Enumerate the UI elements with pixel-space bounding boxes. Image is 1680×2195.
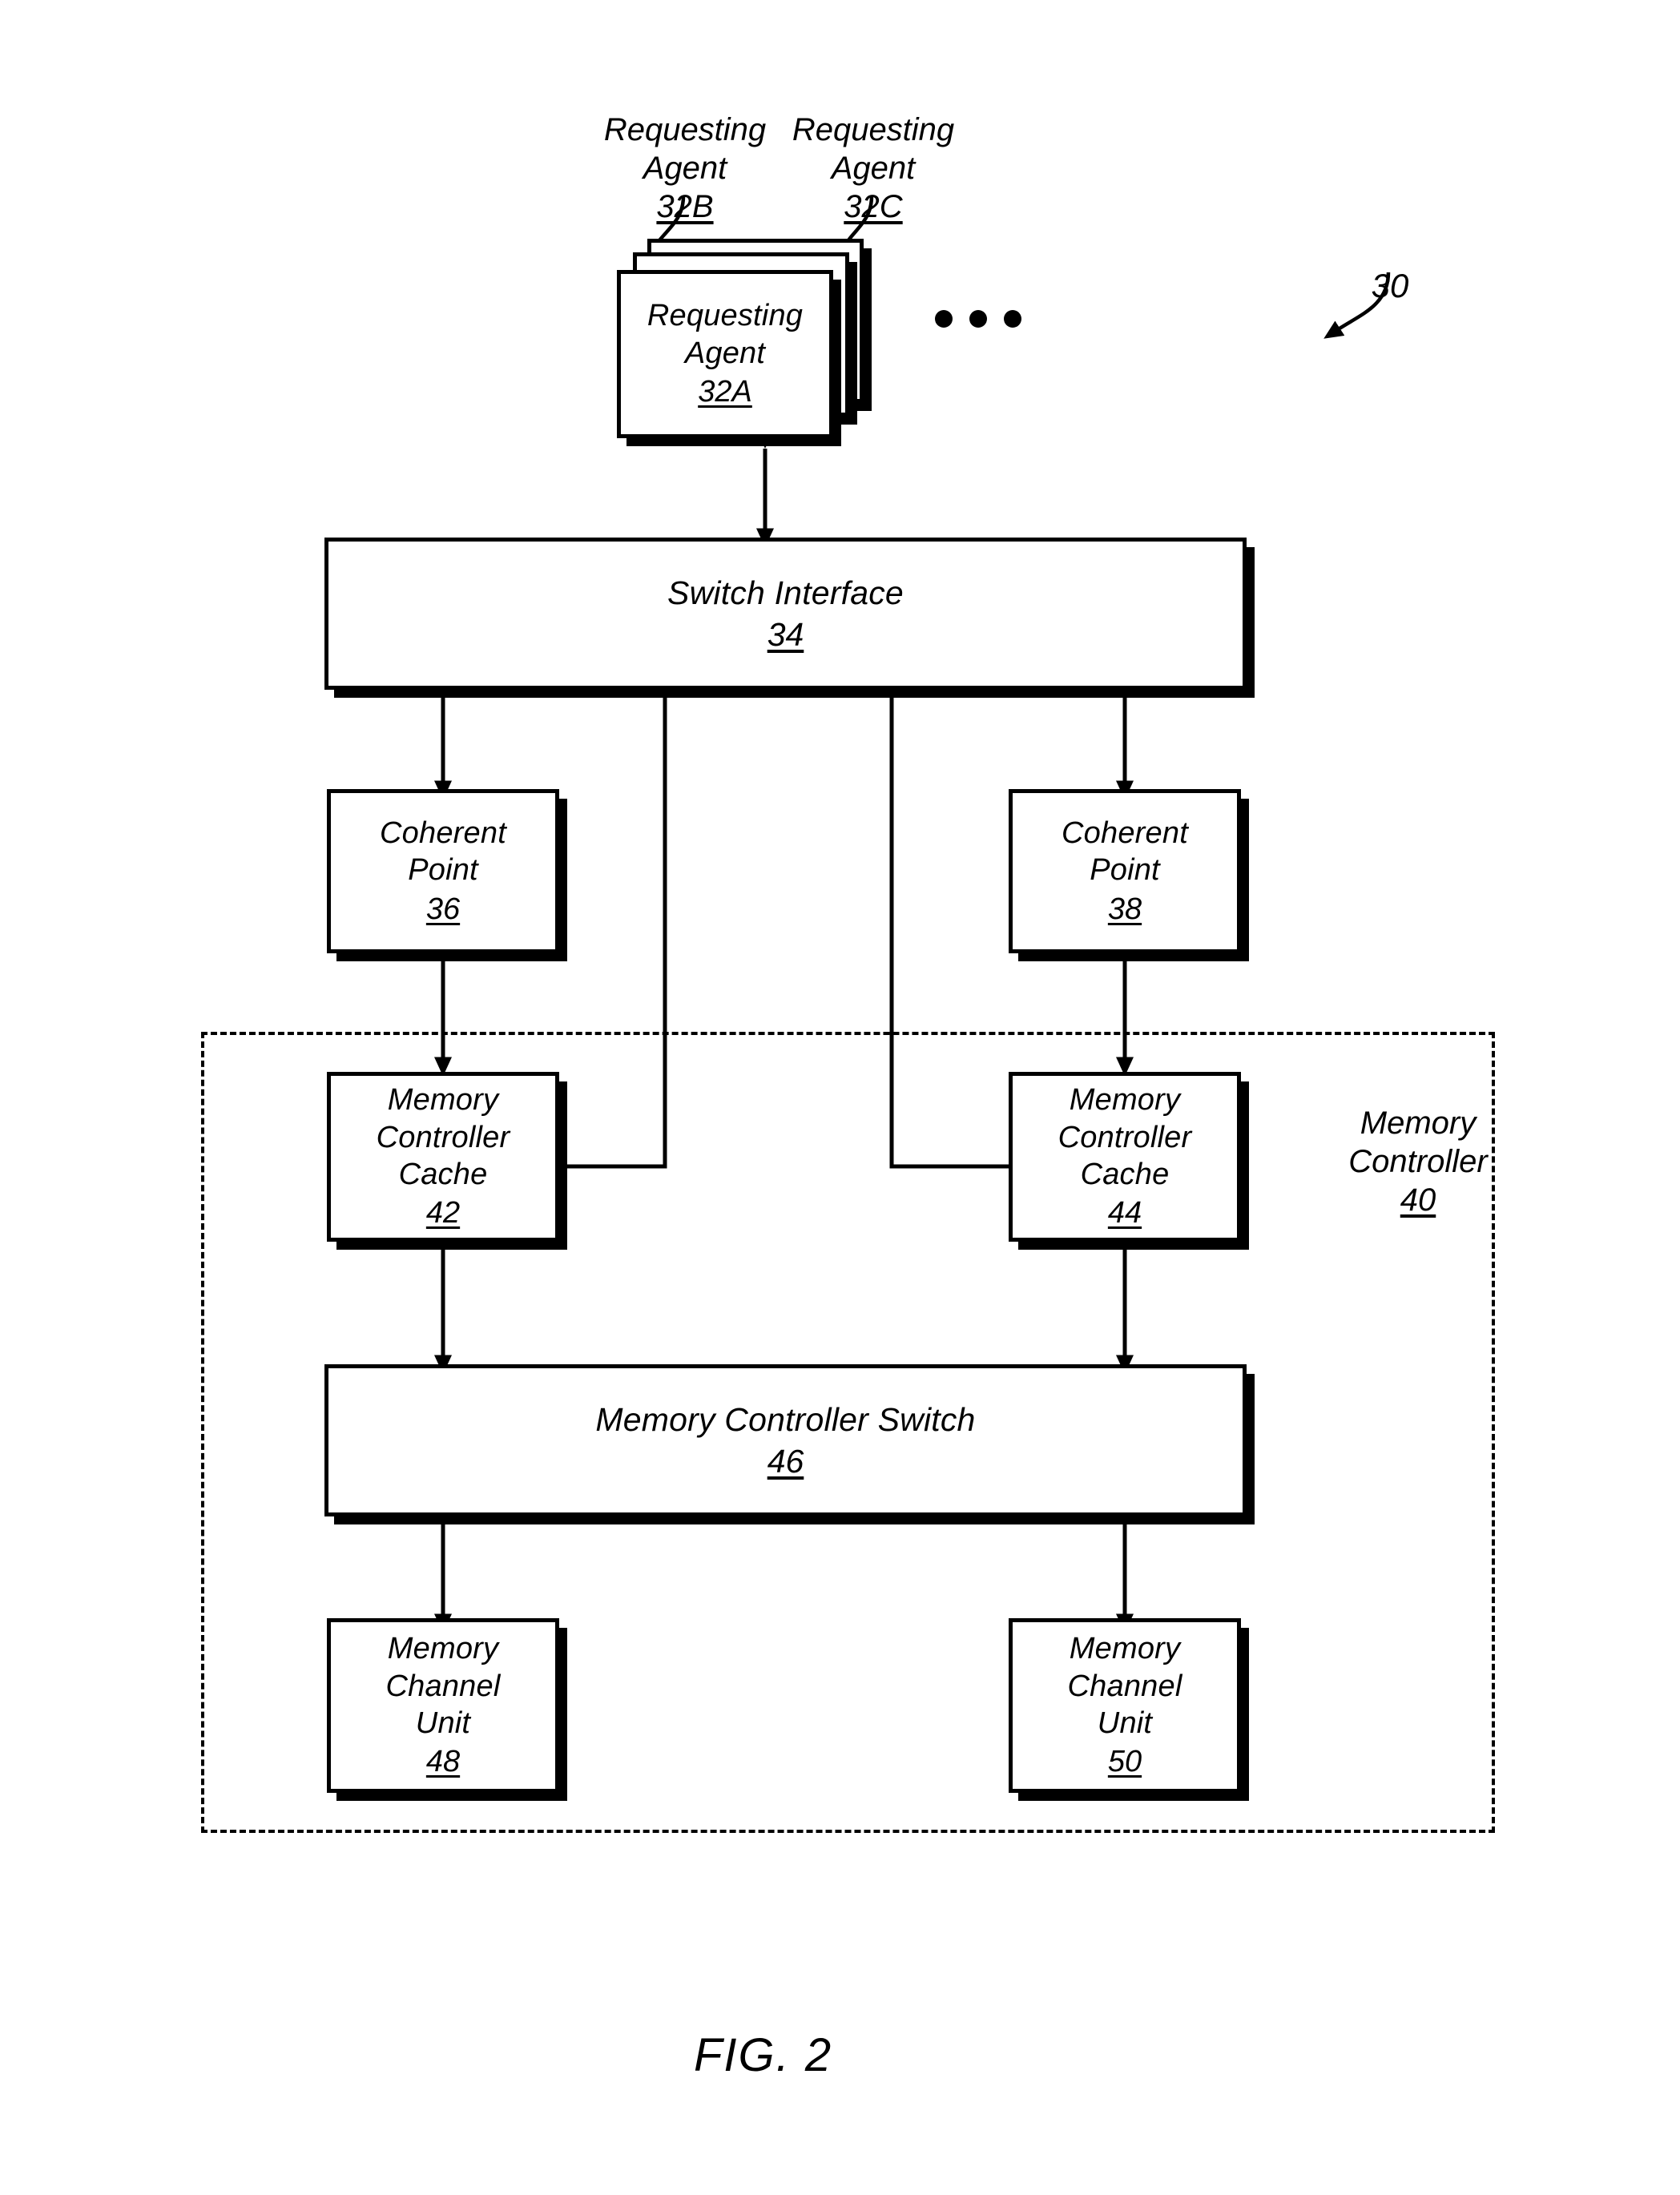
ellipsis-dot-1 bbox=[935, 310, 953, 328]
switch-interface-34-ref: 34 bbox=[767, 616, 804, 653]
memory-controller-cache-42[interactable]: Memory Controller Cache 42 bbox=[327, 1072, 559, 1242]
coherent-point-36[interactable]: Coherent Point 36 bbox=[327, 789, 559, 953]
memory-channel-unit-48[interactable]: Memory Channel Unit 48 bbox=[327, 1618, 559, 1793]
memory-controller-cache-42-ref: 42 bbox=[425, 1196, 461, 1230]
requesting-agent-32a-ref: 32A bbox=[698, 375, 752, 409]
label-system-ref-30: 30 bbox=[1334, 226, 1446, 307]
memory-channel-unit-50[interactable]: Memory Channel Unit 50 bbox=[1009, 1618, 1241, 1793]
coherent-point-38-ref: 38 bbox=[1107, 892, 1142, 926]
memory-channel-unit-48-title: Memory Channel Unit bbox=[385, 1632, 501, 1740]
memory-channel-unit-50-ref: 50 bbox=[1107, 1745, 1142, 1779]
memory-channel-unit-48-ref: 48 bbox=[425, 1745, 461, 1779]
memory-controller-cache-44-title: Memory Controller Cache bbox=[1058, 1083, 1192, 1191]
requesting-agent-32a[interactable]: Requesting Agent 32A bbox=[617, 270, 833, 438]
ellipsis-dot-3 bbox=[1004, 310, 1021, 328]
memory-controller-switch-46-ref: 46 bbox=[767, 1443, 804, 1480]
coherent-point-38[interactable]: Coherent Point 38 bbox=[1009, 789, 1241, 953]
memory-controller-cache-44[interactable]: Memory Controller Cache 44 bbox=[1009, 1072, 1241, 1242]
memory-controller-cache-42-title: Memory Controller Cache bbox=[376, 1083, 510, 1191]
memory-channel-unit-50-title: Memory Channel Unit bbox=[1067, 1632, 1182, 1740]
requesting-agent-32a-title: Requesting Agent bbox=[647, 299, 804, 370]
label-32c-title: Requesting Agent bbox=[792, 112, 955, 186]
label-requesting-agent-32c: Requesting Agent 32C bbox=[741, 72, 1005, 264]
coherent-point-36-ref: 36 bbox=[425, 892, 461, 926]
memory-controller-switch-46-title: Memory Controller Switch bbox=[595, 1400, 976, 1438]
memory-controller-cache-44-ref: 44 bbox=[1107, 1196, 1142, 1230]
switch-interface-34[interactable]: Switch Interface 34 bbox=[324, 538, 1247, 690]
label-32b-ref: 32B bbox=[656, 189, 714, 224]
coherent-point-38-title: Coherent Point bbox=[1062, 816, 1188, 888]
patent-figure: Requesting Agent 32B Requesting Agent 32… bbox=[0, 0, 1680, 2195]
switch-interface-34-title: Switch Interface bbox=[667, 574, 904, 611]
figure-caption: FIG. 2 bbox=[694, 2029, 833, 2081]
memory-controller-switch-46[interactable]: Memory Controller Switch 46 bbox=[324, 1364, 1247, 1516]
ellipsis-dot-2 bbox=[969, 310, 987, 328]
label-32c-ref: 32C bbox=[844, 189, 903, 224]
coherent-point-36-title: Coherent Point bbox=[380, 816, 506, 888]
label-30-ref: 30 bbox=[1371, 267, 1409, 305]
